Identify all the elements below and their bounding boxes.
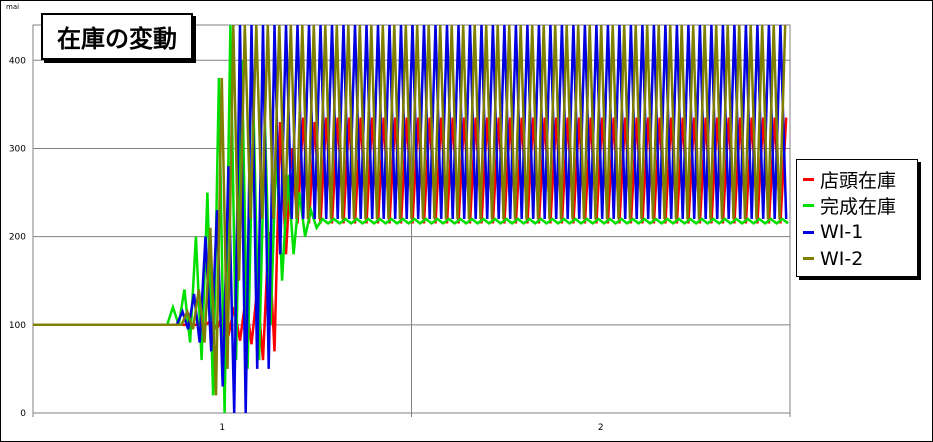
legend-swatch	[803, 230, 814, 234]
legend: 店頭在庫完成在庫 WI-1 WI-2	[796, 159, 918, 277]
x-tick-label: 1	[219, 423, 225, 433]
legend-swatch	[803, 257, 814, 261]
y-tick-label: 200	[9, 233, 26, 243]
x-tick-label: 2	[598, 423, 604, 433]
legend-item-4: WI-2	[803, 246, 917, 273]
legend-label: 店頭在庫	[820, 169, 897, 192]
line-chart: mai 0 100 200 300 400 1 2	[6, 3, 791, 433]
legend-item-1: 店頭在庫	[803, 166, 917, 193]
legend-swatch	[803, 204, 814, 208]
legend-item-2: 完成在庫	[803, 193, 917, 220]
legend-label: WI-2	[820, 247, 864, 270]
chart-title: 在庫の変動	[57, 25, 177, 53]
y-axis-label: mai	[6, 3, 19, 11]
legend-item-3: WI-1	[803, 219, 917, 246]
y-tick-label: 100	[9, 321, 26, 331]
y-tick-label: 400	[9, 56, 26, 66]
y-tick-label: 0	[20, 409, 26, 419]
legend-swatch	[803, 177, 814, 181]
series-line-3	[33, 24, 788, 414]
chart-title-box: 在庫の変動	[41, 13, 193, 60]
y-tick-label: 300	[9, 144, 26, 154]
legend-label: WI-1	[820, 221, 864, 244]
legend-label: 完成在庫	[820, 196, 897, 219]
series-layer	[33, 24, 789, 414]
